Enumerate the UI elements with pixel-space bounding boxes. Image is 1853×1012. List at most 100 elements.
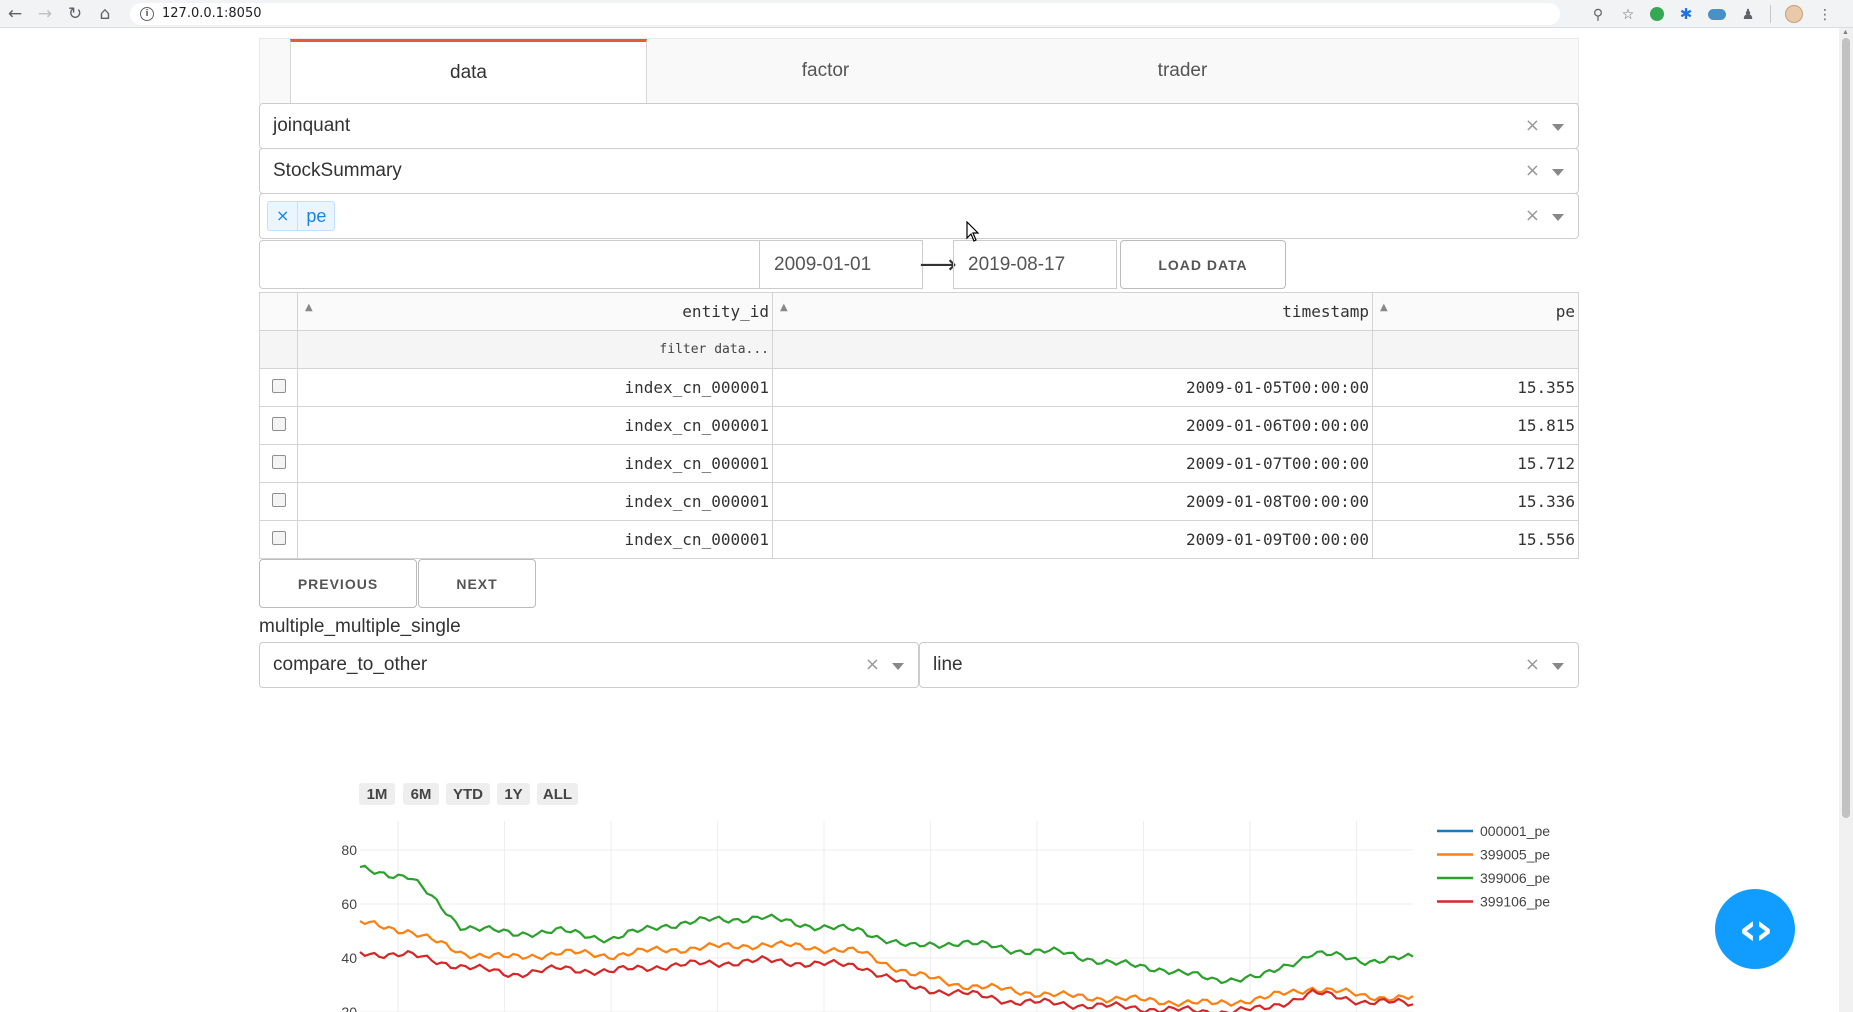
columns-multiselect[interactable]: × pe × <box>259 193 1579 239</box>
table-row[interactable]: index_cn_000001 2009-01-09T00:00:00 15.556 <box>259 520 1579 559</box>
extension-person-icon[interactable]: ♟ <box>1740 6 1756 22</box>
previous-page-button[interactable]: PREVIOUS <box>259 559 417 608</box>
table-body: filter data... index_cn_000001 2009-01-05… <box>259 330 1579 559</box>
cell-timestamp[interactable]: 2009-01-06T00:00:00 <box>772 406 1373 445</box>
table-row[interactable]: index_cn_000001 2009-01-05T00:00:00 15.355 <box>259 368 1579 407</box>
forward-icon[interactable]: → <box>30 2 60 26</box>
chevron-down-icon[interactable] <box>1552 663 1564 670</box>
provider-dropdown[interactable]: joinquant × <box>259 103 1579 149</box>
sort-icon[interactable]: ▲︎ <box>780 302 788 313</box>
sort-icon[interactable]: ▲︎ <box>305 302 313 313</box>
clear-icon[interactable]: × <box>1525 205 1540 226</box>
cell-pe[interactable]: 15.336 <box>1372 482 1579 521</box>
row-checkbox-cell <box>259 444 298 483</box>
row-checkbox[interactable] <box>271 417 286 431</box>
sort-icon[interactable]: ▲︎ <box>1380 302 1388 313</box>
info-icon[interactable]: i <box>140 6 154 21</box>
address-bar[interactable]: i 127.0.0.1:8050 <box>130 2 1560 25</box>
home-icon[interactable]: ⌂ <box>90 2 120 26</box>
extension-asterisk-icon[interactable]: ✱ <box>1678 6 1694 23</box>
chevron-down-icon[interactable] <box>1552 169 1564 176</box>
next-page-button[interactable]: NEXT <box>418 559 536 608</box>
tab-factor[interactable]: factor <box>647 39 1004 104</box>
row-checkbox[interactable] <box>271 531 286 545</box>
tab-trader[interactable]: trader <box>1004 39 1361 104</box>
legend-item-000001_pe[interactable]: 000001_pe <box>1480 823 1550 839</box>
row-checkbox[interactable] <box>271 379 286 393</box>
end-date-input[interactable]: 2019-08-17 <box>953 240 1117 289</box>
cell-timestamp[interactable]: 2009-01-07T00:00:00 <box>772 444 1373 483</box>
chart-legend[interactable]: 000001_pe 399005_pe 399006_pe 399106_pe <box>1437 823 1550 910</box>
chip-label: pe <box>306 205 327 226</box>
compare-dropdown[interactable]: compare_to_other × <box>259 642 919 688</box>
start-date-input[interactable]: 2009-01-01 <box>759 240 923 289</box>
filter-input-entity-id[interactable]: filter data... <box>297 330 773 369</box>
extension-cloud-icon[interactable] <box>1708 8 1726 20</box>
cell-entity-id[interactable]: index_cn_000001 <box>297 368 773 407</box>
tab-data[interactable]: data <box>290 39 647 104</box>
column-header-timestamp[interactable]: ▲︎ timestamp <box>772 292 1373 331</box>
chart-gridlines <box>360 821 1413 1012</box>
cell-entity-id[interactable]: index_cn_000001 <box>297 406 773 445</box>
series-line-399106_pe[interactable] <box>359 949 1414 1012</box>
profile-avatar[interactable] <box>1785 5 1803 23</box>
chevron-down-icon[interactable] <box>1552 124 1564 131</box>
cell-entity-id[interactable]: index_cn_000001 <box>297 482 773 521</box>
row-checkbox-cell <box>259 482 298 521</box>
row-checkbox[interactable] <box>271 455 286 469</box>
clear-icon[interactable]: × <box>1525 654 1540 675</box>
provider-value: joinquant <box>273 115 351 136</box>
legend-item-399005_pe[interactable]: 399005_pe <box>1480 847 1550 863</box>
url-text: 127.0.0.1:8050 <box>162 6 262 21</box>
table-header-row: ▲︎ entity_id ▲︎ timestamp ▲︎ pe <box>259 292 1579 331</box>
filter-input-pe[interactable] <box>1372 330 1579 369</box>
dev-tools-toggle-button[interactable]: ‹› <box>1715 889 1795 969</box>
row-checkbox[interactable] <box>271 493 286 507</box>
cell-timestamp[interactable]: 2009-01-09T00:00:00 <box>772 520 1373 559</box>
series-line-399006_pe[interactable] <box>359 864 1414 985</box>
table-row[interactable]: index_cn_000001 2009-01-08T00:00:00 15.336 <box>259 482 1579 521</box>
zoom-icon[interactable]: ⚲ <box>1590 6 1606 22</box>
cell-timestamp[interactable]: 2009-01-08T00:00:00 <box>772 482 1373 521</box>
chevron-down-icon[interactable] <box>892 663 904 670</box>
chip-remove-icon[interactable]: × <box>268 202 299 230</box>
column-header-entity-id[interactable]: ▲︎ entity_id <box>297 292 773 331</box>
cell-pe[interactable]: 15.712 <box>1372 444 1579 483</box>
column-header-pe[interactable]: ▲︎ pe <box>1372 292 1579 331</box>
scroll-up-icon[interactable]: ▲ <box>1842 29 1849 36</box>
back-icon[interactable]: ← <box>0 2 30 26</box>
legend-item-399106_pe[interactable]: 399106_pe <box>1480 894 1550 910</box>
tab-bar: data factor trader <box>259 38 1579 104</box>
clear-icon[interactable]: × <box>1525 115 1540 136</box>
chart-type-dropdown[interactable]: line × <box>919 642 1579 688</box>
cell-entity-id[interactable]: index_cn_000001 <box>297 444 773 483</box>
clear-icon[interactable]: × <box>865 654 880 675</box>
cell-entity-id[interactable]: index_cn_000001 <box>297 520 773 559</box>
cell-timestamp[interactable]: 2009-01-05T00:00:00 <box>772 368 1373 407</box>
chevron-down-icon[interactable] <box>1552 214 1564 221</box>
data-table: ▲︎ entity_id ▲︎ timestamp ▲︎ pe filter data… <box>259 292 1579 559</box>
cell-pe[interactable]: 15.355 <box>1372 368 1579 407</box>
menu-kebab-icon[interactable]: ⋮ <box>1817 6 1833 22</box>
filter-input-timestamp[interactable] <box>772 330 1373 369</box>
schema-dropdown[interactable]: StockSummary × <box>259 148 1579 194</box>
clear-icon[interactable]: × <box>1525 160 1540 181</box>
extension-green-icon[interactable] <box>1650 7 1664 21</box>
scroll-thumb[interactable] <box>1842 38 1850 818</box>
selected-chip: × pe <box>267 201 336 231</box>
pe-line-chart[interactable]: 20 40 60 80 000001_pe 399005_pe 399006_pe 3991… <box>0 746 1853 1012</box>
table-row[interactable]: index_cn_000001 2009-01-06T00:00:00 15.815 <box>259 406 1579 445</box>
bookmark-star-icon[interactable]: ☆ <box>1620 6 1636 22</box>
y-axis-ticks: 20 40 60 80 <box>341 842 357 1012</box>
schema-value: StockSummary <box>273 160 402 181</box>
legend-item-399006_pe[interactable]: 399006_pe <box>1480 870 1550 886</box>
filter-row: filter data... <box>259 330 1579 369</box>
cell-pe[interactable]: 15.556 <box>1372 520 1579 559</box>
reload-icon[interactable]: ↻ <box>60 2 90 26</box>
chart-options-row: compare_to_other × line × <box>259 642 1579 688</box>
load-data-button[interactable]: LOAD DATA <box>1120 240 1286 289</box>
chart-mode-label: multiple_multiple_single <box>259 616 461 637</box>
table-row[interactable]: index_cn_000001 2009-01-07T00:00:00 15.712 <box>259 444 1579 483</box>
series-line-399005_pe[interactable] <box>359 920 1414 1008</box>
cell-pe[interactable]: 15.815 <box>1372 406 1579 445</box>
